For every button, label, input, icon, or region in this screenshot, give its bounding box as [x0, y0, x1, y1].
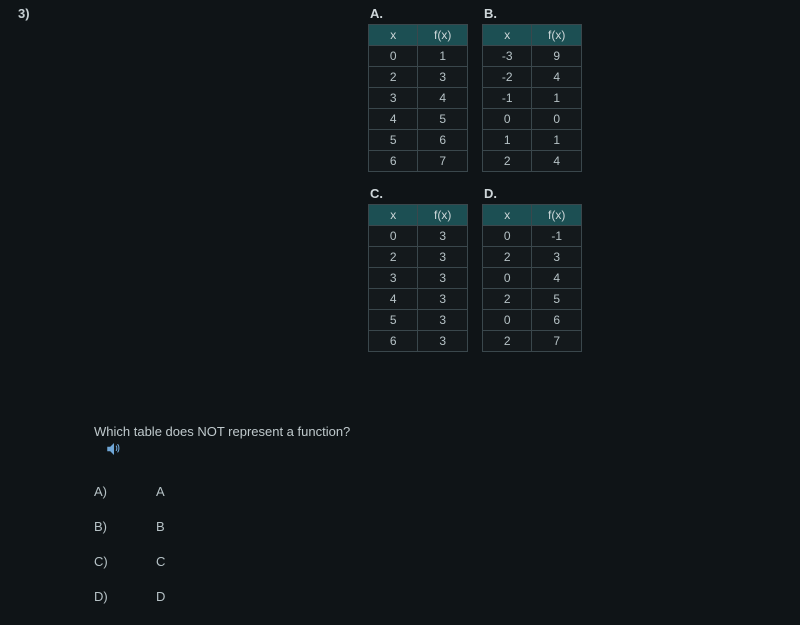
- cell: -1: [483, 88, 532, 109]
- cell: 0: [532, 109, 582, 130]
- table-c-label: C.: [368, 186, 468, 201]
- table-a: x f(x) 01 23 34 45 56 67: [368, 24, 468, 172]
- table-b-header-fx: f(x): [532, 25, 582, 46]
- choice-d[interactable]: D) D: [94, 589, 165, 604]
- cell: 3: [369, 88, 418, 109]
- cell: 4: [369, 289, 418, 310]
- answer-choices: A) A B) B C) C D) D: [94, 484, 165, 604]
- cell: 3: [418, 289, 468, 310]
- choice-c-key: C): [94, 554, 156, 569]
- choice-b-key: B): [94, 519, 156, 534]
- table-a-label: A.: [368, 6, 468, 21]
- cell: 0: [369, 46, 418, 67]
- table-b-block: B. x f(x) -39 -24 -11 00 11 24: [482, 6, 582, 172]
- table-a-header-fx: f(x): [418, 25, 468, 46]
- cell: -2: [483, 67, 532, 88]
- table-d-block: D. x f(x) 0-1 23 04 25 06 27: [482, 186, 582, 352]
- choice-a-value: A: [156, 484, 165, 499]
- table-c-header-x: x: [369, 205, 418, 226]
- cell: 4: [418, 88, 468, 109]
- question-number: 3): [18, 6, 30, 21]
- cell: 1: [483, 130, 532, 151]
- cell: 2: [483, 151, 532, 172]
- cell: 0: [483, 310, 532, 331]
- choice-c-value: C: [156, 554, 165, 569]
- choice-c[interactable]: C) C: [94, 554, 165, 569]
- table-d-label: D.: [482, 186, 582, 201]
- cell: 2: [483, 331, 532, 352]
- table-d-header-x: x: [483, 205, 532, 226]
- cell: 2: [369, 67, 418, 88]
- cell: 0: [483, 226, 532, 247]
- choice-a[interactable]: A) A: [94, 484, 165, 499]
- cell: 3: [418, 310, 468, 331]
- cell: 6: [532, 310, 582, 331]
- cell: 6: [369, 331, 418, 352]
- cell: 7: [532, 331, 582, 352]
- cell: 3: [418, 331, 468, 352]
- cell: 5: [369, 130, 418, 151]
- cell: 4: [532, 67, 582, 88]
- cell: 5: [532, 289, 582, 310]
- choice-d-key: D): [94, 589, 156, 604]
- cell: 9: [532, 46, 582, 67]
- cell: 3: [532, 247, 582, 268]
- cell: 0: [369, 226, 418, 247]
- cell: 2: [369, 247, 418, 268]
- cell: 0: [483, 109, 532, 130]
- cell: -1: [532, 226, 582, 247]
- speaker-icon[interactable]: [104, 440, 124, 458]
- cell: 3: [418, 247, 468, 268]
- cell: 6: [369, 151, 418, 172]
- choice-b-value: B: [156, 519, 165, 534]
- cell: 5: [418, 109, 468, 130]
- cell: 2: [483, 289, 532, 310]
- cell: 4: [532, 268, 582, 289]
- cell: 1: [532, 130, 582, 151]
- tables-container: A. x f(x) 01 23 34 45 56 67 B. x f(x) -3…: [368, 6, 598, 352]
- cell: 4: [369, 109, 418, 130]
- cell: 5: [369, 310, 418, 331]
- cell: 1: [532, 88, 582, 109]
- table-a-block: A. x f(x) 01 23 34 45 56 67: [368, 6, 468, 172]
- cell: 2: [483, 247, 532, 268]
- choice-b[interactable]: B) B: [94, 519, 165, 534]
- cell: 7: [418, 151, 468, 172]
- table-c: x f(x) 03 23 33 43 53 63: [368, 204, 468, 352]
- cell: -3: [483, 46, 532, 67]
- table-d: x f(x) 0-1 23 04 25 06 27: [482, 204, 582, 352]
- cell: 6: [418, 130, 468, 151]
- cell: 3: [418, 268, 468, 289]
- choice-a-key: A): [94, 484, 156, 499]
- cell: 3: [369, 268, 418, 289]
- choice-d-value: D: [156, 589, 165, 604]
- question-prompt: Which table does NOT represent a functio…: [94, 424, 350, 439]
- table-a-header-x: x: [369, 25, 418, 46]
- cell: 4: [532, 151, 582, 172]
- table-b-label: B.: [482, 6, 582, 21]
- cell: 3: [418, 226, 468, 247]
- cell: 3: [418, 67, 468, 88]
- cell: 1: [418, 46, 468, 67]
- table-c-header-fx: f(x): [418, 205, 468, 226]
- table-b: x f(x) -39 -24 -11 00 11 24: [482, 24, 582, 172]
- table-b-header-x: x: [483, 25, 532, 46]
- cell: 0: [483, 268, 532, 289]
- table-c-block: C. x f(x) 03 23 33 43 53 63: [368, 186, 468, 352]
- table-d-header-fx: f(x): [532, 205, 582, 226]
